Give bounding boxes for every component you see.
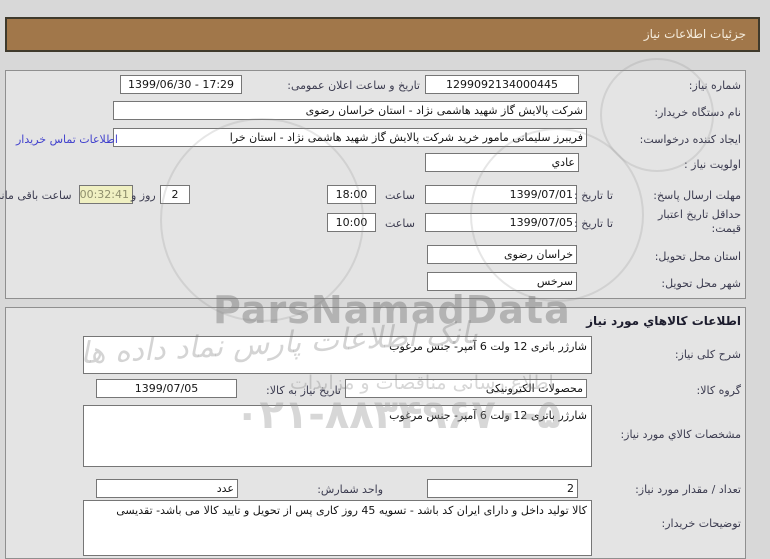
buyer-org-field[interactable]: شرکت پالایش گاز شهید هاشمی نژاد - استان … bbox=[113, 101, 587, 120]
need-number-label: شماره نیاز: bbox=[688, 79, 741, 92]
priority-label: اولویت نیاز : bbox=[683, 158, 741, 171]
deadline-hour-label: ساعت bbox=[385, 189, 415, 202]
countdown-timer: 00:32:41 bbox=[79, 185, 133, 204]
deadline-label: مهلت ارسال پاسخ: bbox=[653, 189, 741, 202]
city-label: شهر محل تحویل: bbox=[661, 277, 741, 290]
goods-section-title: اطلاعات کالاهاي مورد نیاز bbox=[586, 314, 741, 328]
province-field[interactable]: خراسان رضوی bbox=[427, 245, 577, 264]
buyer-contact-link[interactable]: اطلاعات تماس خریدار bbox=[16, 133, 118, 146]
validity-time-field[interactable]: 10:00 bbox=[327, 213, 376, 232]
countdown-label: ساعت باقی مانده bbox=[0, 189, 72, 202]
spec-textarea[interactable]: شارژر باتری 12 ولت 6 آمپر- جنس مرغوب bbox=[83, 405, 592, 467]
priority-field[interactable]: عادي bbox=[425, 153, 579, 172]
province-label: استان محل تحویل: bbox=[654, 250, 741, 263]
countdown-days-label: روز و bbox=[131, 189, 156, 202]
deadline-date-field[interactable]: 1399/07/01 bbox=[425, 185, 577, 204]
city-field[interactable]: سرخس bbox=[427, 272, 577, 291]
creator-label: ایجاد کننده درخواست: bbox=[639, 133, 741, 146]
need-number-field[interactable]: 1299092134000445 bbox=[425, 75, 579, 94]
announce-label: تاریخ و ساعت اعلان عمومی: bbox=[287, 79, 420, 92]
buyer-notes-label: توضیحات خریدار: bbox=[661, 517, 742, 530]
qty-field[interactable]: 2 bbox=[427, 479, 578, 498]
deadline-until-label: تا تاریخ : bbox=[574, 189, 613, 202]
page: { "header": { "title": "جزئیات اطلاعات ن… bbox=[0, 0, 770, 559]
validity-until-label: تا تاریخ : bbox=[574, 217, 613, 230]
deadline-time-field[interactable]: 18:00 bbox=[327, 185, 376, 204]
qty-label: تعداد / مقدار مورد نیاز: bbox=[635, 483, 741, 496]
general-desc-textarea[interactable]: شارژر باتری 12 ولت 6 آمپر- جنس مرغوب bbox=[83, 336, 592, 374]
page-title: جزئیات اطلاعات نیاز bbox=[5, 17, 760, 52]
unit-field[interactable]: عدد bbox=[96, 479, 238, 498]
announce-field[interactable]: 1399/06/30 - 17:29 bbox=[120, 75, 242, 94]
validity-label: حداقل تاریخ اعتبار قیمت: bbox=[657, 208, 741, 235]
need-date-label: تاریخ نیاز به کالا: bbox=[266, 384, 341, 397]
unit-label: واحد شمارش: bbox=[317, 483, 383, 496]
need-date-field[interactable]: 1399/07/05 bbox=[96, 379, 237, 398]
spec-label: مشخصات کالاي مورد نیاز: bbox=[620, 428, 741, 441]
countdown-days-field: 2 bbox=[160, 185, 190, 204]
general-desc-label: شرح کلی نیاز: bbox=[674, 348, 741, 361]
validity-hour-label: ساعت bbox=[385, 217, 415, 230]
goods-group-field[interactable]: محصولات الکترونیکی bbox=[345, 379, 587, 398]
goods-group-label: گروه کالا: bbox=[696, 384, 741, 397]
buyer-notes-textarea[interactable]: کالا تولید داخل و دارای ایران کد باشد - … bbox=[83, 500, 592, 556]
buyer-org-label: نام دستگاه خریدار: bbox=[654, 106, 741, 119]
validity-date-field[interactable]: 1399/07/05 bbox=[425, 213, 577, 232]
creator-field[interactable]: فریبرز سلیمانی مامور خرید شرکت پالایش گا… bbox=[113, 128, 587, 147]
